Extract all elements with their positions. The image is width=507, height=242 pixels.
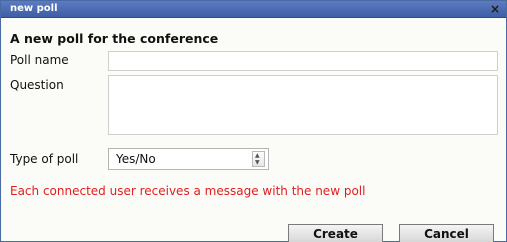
spinner-down-icon[interactable]: ▼ [255,160,260,166]
poll-type-select[interactable]: Yes/No ▲ ▼ [108,148,269,170]
cancel-button[interactable]: Cancel [399,224,494,242]
type-of-poll-label: Type of poll [10,152,79,166]
broadcast-notice: Each connected user receives a message w… [10,184,366,198]
form-heading: A new poll for the conference [10,31,219,46]
create-button[interactable]: Create [288,224,383,242]
poll-type-selected-value: Yes/No [116,152,156,166]
close-icon[interactable]: × [490,2,500,16]
poll-name-input[interactable] [108,51,498,71]
question-textarea[interactable] [108,75,498,135]
window-title: new poll [10,3,58,14]
new-poll-dialog: new poll × A new poll for the conference… [0,0,507,242]
poll-name-label: Poll name [10,53,69,67]
question-label: Question [10,78,64,92]
title-bar[interactable]: new poll × [1,1,506,18]
spinner-icon[interactable]: ▲ ▼ [252,151,265,167]
